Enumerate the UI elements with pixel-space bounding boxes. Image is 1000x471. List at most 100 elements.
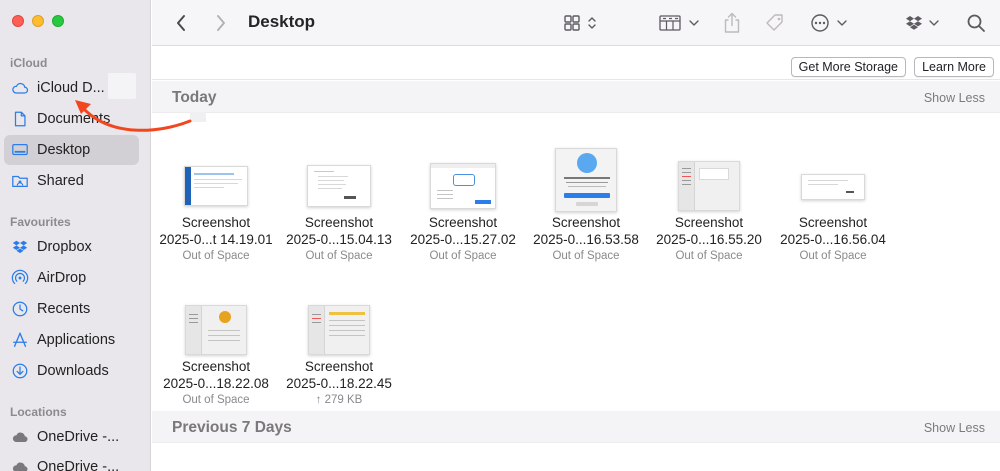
file-item[interactable]: Screenshot 2025-0...18.22.45 ↑ 279 KB: [280, 276, 398, 406]
thumbnail: [280, 132, 398, 212]
dropbox-icon: [906, 16, 939, 30]
sidebar-item-label: Applications: [37, 332, 116, 348]
chevron-right-icon: [217, 15, 225, 31]
group-header-previous-7-days: Previous 7 Days Show Less: [152, 411, 1000, 443]
sidebar-item-airdrop[interactable]: AirDrop: [4, 263, 139, 293]
forward-button[interactable]: [210, 10, 232, 36]
sidebar-item-label: OneDrive -...: [37, 429, 120, 445]
file-item[interactable]: Screenshot 2025-0...18.22.08 Out of Space: [157, 276, 275, 406]
redacted-area: [190, 112, 206, 122]
sidebar-item-label: AirDrop: [37, 270, 87, 286]
file-name: Screenshot 2025-0...16.53.58: [533, 215, 639, 247]
group-title: Previous 7 Days: [172, 419, 292, 436]
sidebar-item-label: Downloads: [37, 363, 109, 379]
sidebar-item-applications[interactable]: Applications: [4, 325, 139, 355]
group-title: Today: [172, 89, 217, 106]
dropbox-icon: [10, 237, 30, 257]
storage-bar: Get More Storage Learn More: [152, 47, 1000, 80]
zoom-window-button[interactable]: [52, 15, 64, 27]
sidebar-item-onedrive-1[interactable]: OneDrive -...: [4, 422, 139, 452]
tag-icon: [766, 14, 783, 31]
thumbnail: [280, 276, 398, 356]
sidebar-heading-locations: Locations: [10, 405, 67, 419]
shared-folder-icon: [10, 171, 30, 191]
sidebar-item-label: Desktop: [37, 142, 91, 158]
actions-button[interactable]: [808, 10, 852, 36]
thumbnail: [404, 132, 522, 212]
file-item[interactable]: Screenshot 2025-0...15.27.02 Out of Space: [404, 132, 522, 262]
show-less-button[interactable]: Show Less: [924, 421, 985, 435]
back-button[interactable]: [170, 10, 192, 36]
file-upload-status: ↑ 279 KB: [315, 394, 363, 406]
file-status: Out of Space: [799, 250, 867, 262]
file-name: Screenshot 2025-0...16.55.20: [656, 215, 762, 247]
thumbnail: [527, 132, 645, 212]
window-title: Desktop: [248, 12, 316, 31]
file-item[interactable]: Screenshot 2025-0...t 14.19.01 Out of Spa…: [157, 132, 275, 262]
file-name: Screenshot 2025-0...15.27.02: [410, 215, 516, 247]
group-by-button[interactable]: [658, 10, 702, 36]
file-item[interactable]: Screenshot 2025-0...16.56.04 Out of Space: [774, 132, 892, 262]
sidebar-item-label: Recents: [37, 301, 91, 317]
tags-button[interactable]: [763, 10, 787, 36]
share-button[interactable]: [721, 10, 743, 36]
grid-view-icon: [564, 15, 596, 31]
sidebar-item-dropbox[interactable]: Dropbox: [4, 232, 139, 262]
sidebar-item-label: iCloud D...: [37, 80, 105, 96]
sidebar-heading-favourites: Favourites: [10, 215, 71, 229]
search-icon: [967, 14, 985, 32]
show-less-button[interactable]: Show Less: [924, 91, 985, 105]
cloud-icon: [10, 427, 30, 447]
thumbnail: [650, 132, 768, 212]
search-button[interactable]: [964, 10, 988, 36]
desktop-icon: [10, 140, 30, 160]
file-name: Screenshot 2025-0...18.22.08: [163, 359, 269, 391]
file-status: Out of Space: [675, 250, 743, 262]
file-status: Out of Space: [182, 394, 250, 406]
group-icon: [659, 15, 699, 31]
dropbox-menu-button[interactable]: [904, 10, 944, 36]
sidebar-item-downloads[interactable]: Downloads: [4, 356, 139, 386]
learn-more-button[interactable]: Learn More: [914, 57, 994, 77]
sidebar-heading-icloud: iCloud: [10, 56, 48, 70]
airdrop-icon: [10, 268, 30, 288]
close-window-button[interactable]: [12, 15, 24, 27]
applications-icon: [10, 330, 30, 350]
sidebar-item-documents[interactable]: Documents: [4, 104, 139, 134]
sidebar-item-label: Dropbox: [37, 239, 92, 255]
view-mode-button[interactable]: [562, 10, 604, 36]
get-more-storage-button[interactable]: Get More Storage: [790, 57, 906, 77]
thumbnail: [157, 132, 275, 212]
sidebar-item-onedrive-2[interactable]: OneDrive -...: [4, 452, 139, 471]
minimize-window-button[interactable]: [32, 15, 44, 27]
file-status: Out of Space: [429, 250, 497, 262]
thumbnail: [774, 132, 892, 212]
file-status: Out of Space: [305, 250, 373, 262]
sidebar-item-label: OneDrive -...: [37, 459, 120, 471]
file-name: Screenshot 2025-0...16.56.04: [780, 215, 886, 247]
toolbar: Desktop: [152, 0, 1000, 46]
sidebar-item-shared[interactable]: Shared: [4, 166, 139, 196]
document-icon: [10, 109, 30, 129]
group-header-today: Today Show Less: [152, 81, 1000, 113]
icloud-icon: [10, 78, 30, 98]
sidebar-item-label: Documents: [37, 111, 111, 127]
file-name: Screenshot 2025-0...18.22.45: [286, 359, 392, 391]
download-icon: [10, 361, 30, 381]
window-controls: [12, 15, 64, 27]
share-icon: [724, 12, 740, 33]
thumbnail: [157, 276, 275, 356]
file-status: Out of Space: [552, 250, 620, 262]
file-item[interactable]: Screenshot 2025-0...16.53.58 Out of Space: [527, 132, 645, 262]
chevron-left-icon: [177, 15, 185, 31]
file-item[interactable]: Screenshot 2025-0...15.04.13 Out of Space: [280, 132, 398, 262]
sidebar-item-recents[interactable]: Recents: [4, 294, 139, 324]
file-status: Out of Space: [182, 250, 250, 262]
file-item[interactable]: Screenshot 2025-0...16.55.20 Out of Space: [650, 132, 768, 262]
redacted-area: [108, 73, 136, 99]
more-icon: [811, 14, 847, 32]
cloud-icon: [10, 457, 30, 471]
sidebar-item-desktop[interactable]: Desktop: [4, 135, 139, 165]
sidebar: iCloud iCloud D... Documents Desktop Sha…: [0, 0, 151, 471]
clock-icon: [10, 299, 30, 319]
